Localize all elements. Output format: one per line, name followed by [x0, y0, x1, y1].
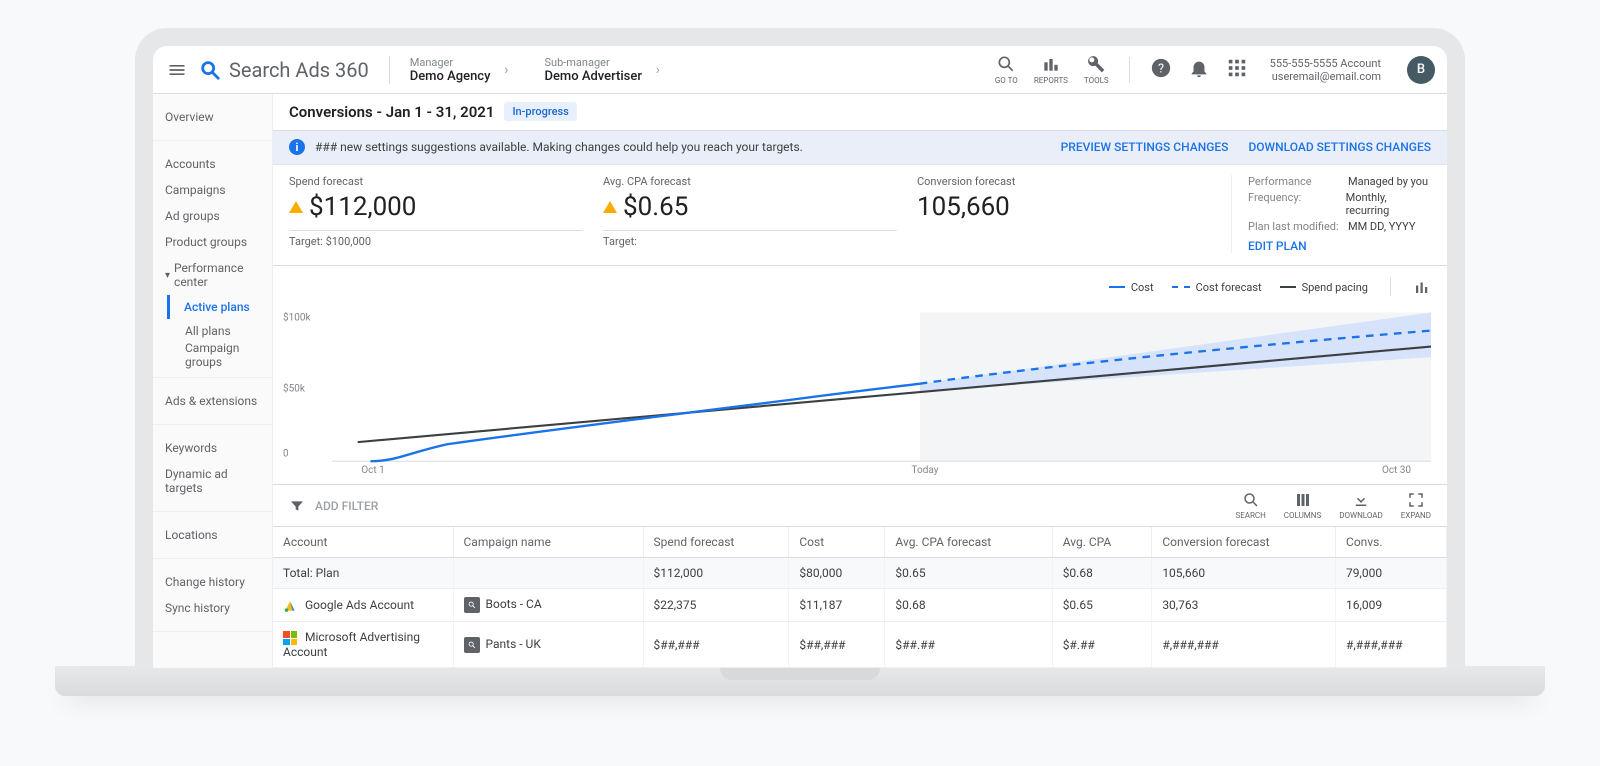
legend-spend-pacing[interactable]: Spend pacing: [1280, 281, 1368, 294]
sidebar-item-performance-center[interactable]: ▾Performance center: [165, 255, 260, 295]
spend-forecast-stat: Spend forecast $112,000 Target: $100,000: [289, 175, 603, 253]
table-search-button[interactable]: SEARCH: [1235, 491, 1265, 520]
table-toolbar: ADD FILTER SEARCH COLUMNS DOWNLOAD EXPAN…: [273, 485, 1447, 527]
tools-tool[interactable]: TOOLS: [1084, 54, 1109, 85]
plan-meta: PerformanceManaged by you Frequency:Mont…: [1231, 175, 1431, 253]
download-icon: [1352, 491, 1370, 509]
forecast-stats: Spend forecast $112,000 Target: $100,000…: [273, 165, 1447, 266]
sidebar-item-campaigns[interactable]: Campaigns: [165, 177, 260, 203]
reports-tool[interactable]: REPORTS: [1034, 54, 1068, 85]
edit-plan-button[interactable]: EDIT PLAN: [1248, 239, 1431, 253]
breadcrumb-manager[interactable]: Manager Demo Agency ›: [410, 56, 509, 84]
table-header[interactable]: Conversion forecast: [1152, 527, 1336, 558]
chart-options-icon[interactable]: [1413, 278, 1431, 296]
table-row[interactable]: Google Ads AccountBoots - CA$22,375$11,1…: [273, 589, 1447, 622]
table-row[interactable]: Microsoft Advertising AccountPants - UK$…: [273, 622, 1447, 668]
table-header[interactable]: Campaign name: [453, 527, 643, 558]
notifications-icon[interactable]: [1188, 57, 1210, 83]
svg-text:?: ?: [1158, 61, 1164, 76]
forecast-table: AccountCampaign nameSpend forecastCostAv…: [273, 527, 1447, 668]
legend-cost-forecast[interactable]: Cost forecast: [1172, 281, 1262, 294]
table-header[interactable]: Avg. CPA: [1052, 527, 1152, 558]
add-filter-button[interactable]: ADD FILTER: [315, 499, 378, 513]
goto-tool[interactable]: GO TO: [995, 54, 1018, 85]
breadcrumb-submanager[interactable]: Sub-manager Demo Advertiser ›: [544, 56, 659, 84]
sidebar-sub-campaign-groups[interactable]: Campaign groups: [167, 343, 260, 367]
sidebar-item-overview[interactable]: Overview: [165, 104, 260, 130]
apps-icon[interactable]: [1226, 57, 1248, 83]
search-icon: [996, 54, 1016, 74]
table-header[interactable]: Account: [273, 527, 453, 558]
preview-settings-button[interactable]: PREVIEW SETTINGS CHANGES: [1061, 140, 1229, 154]
expand-icon: [1407, 491, 1425, 509]
warning-icon: [289, 201, 303, 213]
sidebar-item-productgroups[interactable]: Product groups: [165, 229, 260, 255]
help-icon[interactable]: ?: [1150, 57, 1172, 83]
sidebar: Overview Accounts Campaigns Ad groups Pr…: [153, 94, 273, 668]
table-row[interactable]: Total: Plan$112,000$80,000$0.65$0.68105,…: [273, 558, 1447, 589]
page-header: Conversions - Jan 1 - 31, 2021 In-progre…: [273, 94, 1447, 131]
forecast-chart: $100k $50k 0 Oct 1 Today Oct 30: [281, 304, 1431, 474]
filter-icon[interactable]: [289, 498, 305, 514]
sidebar-item-locations[interactable]: Locations: [165, 522, 260, 548]
chevron-right-icon: ›: [656, 62, 660, 78]
brand-text: Search Ads 360: [229, 58, 369, 82]
avg-cpa-forecast-stat: Avg. CPA forecast $0.65 Target:: [603, 175, 917, 253]
info-icon: i: [289, 139, 305, 155]
chevron-down-icon: ▾: [165, 270, 170, 281]
account-info: 555-555-5555 Account useremail@email.com: [1270, 57, 1381, 83]
table-header[interactable]: Cost: [789, 527, 885, 558]
legend-cost[interactable]: Cost: [1109, 281, 1154, 294]
chart-legend: Cost Cost forecast Spend pacing: [281, 270, 1431, 304]
sidebar-item-keywords[interactable]: Keywords: [165, 435, 260, 461]
sidebar-item-accounts[interactable]: Accounts: [165, 151, 260, 177]
table-header[interactable]: Convs.: [1336, 527, 1447, 558]
table-columns-button[interactable]: COLUMNS: [1284, 491, 1321, 520]
sidebar-item-dynamic-targets[interactable]: Dynamic ad targets: [165, 461, 260, 501]
wrench-icon: [1086, 54, 1106, 74]
sidebar-item-change-history[interactable]: Change history: [165, 569, 260, 595]
sidebar-sub-all-plans[interactable]: All plans: [167, 319, 260, 343]
table-expand-button[interactable]: EXPAND: [1401, 491, 1431, 520]
chart-icon: [1041, 54, 1061, 74]
search-logo-icon: [199, 59, 221, 81]
page-title: Conversions - Jan 1 - 31, 2021: [289, 103, 494, 121]
search-icon: [1242, 491, 1260, 509]
table-header[interactable]: Avg. CPA forecast: [885, 527, 1052, 558]
warning-icon: [603, 201, 617, 213]
sidebar-sub-active-plans[interactable]: Active plans: [167, 295, 260, 319]
sidebar-item-ads-ext[interactable]: Ads & extensions: [165, 388, 260, 414]
table-header[interactable]: Spend forecast: [643, 527, 789, 558]
columns-icon: [1294, 491, 1312, 509]
chevron-right-icon: ›: [504, 62, 508, 78]
top-bar: Search Ads 360 Manager Demo Agency › Sub…: [153, 46, 1447, 94]
suggestions-banner: i ### new settings suggestions available…: [273, 131, 1447, 166]
banner-text: ### new settings suggestions available. …: [315, 140, 803, 154]
product-brand: Search Ads 360: [199, 58, 369, 82]
status-badge: In-progress: [504, 102, 576, 121]
conversion-forecast-stat: Conversion forecast 105,660: [917, 175, 1231, 253]
hamburger-icon[interactable]: [165, 58, 189, 82]
avatar[interactable]: B: [1407, 56, 1435, 84]
table-download-button[interactable]: DOWNLOAD: [1339, 491, 1383, 520]
sidebar-item-sync-history[interactable]: Sync history: [165, 595, 260, 621]
sidebar-item-adgroups[interactable]: Ad groups: [165, 203, 260, 229]
download-settings-button[interactable]: DOWNLOAD SETTINGS CHANGES: [1248, 140, 1431, 154]
